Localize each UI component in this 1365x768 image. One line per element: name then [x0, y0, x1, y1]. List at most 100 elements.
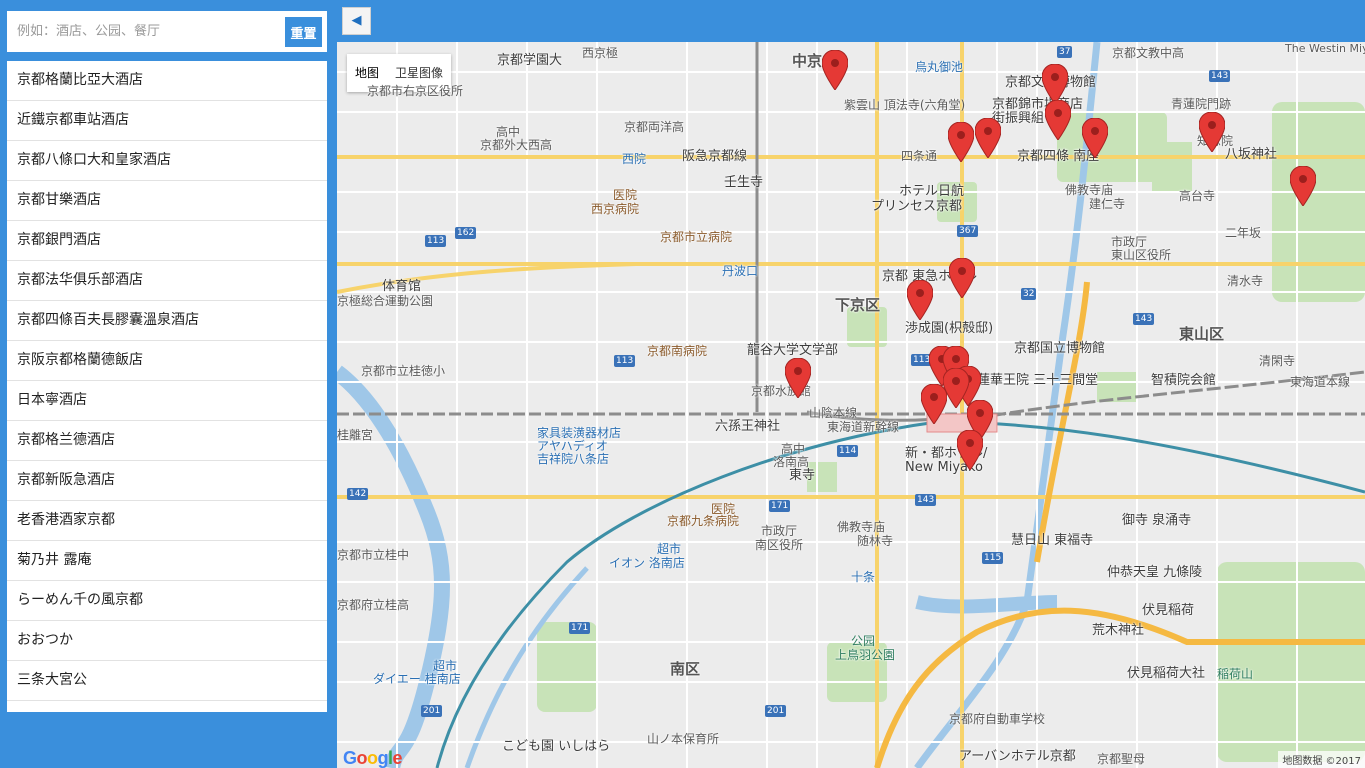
map-label: 京極総合運動公園	[337, 294, 434, 308]
hotel-marker[interactable]	[1042, 64, 1068, 104]
hotel-marker[interactable]	[975, 118, 1001, 158]
hotel-marker[interactable]	[1290, 166, 1316, 206]
list-item[interactable]: 近鐵京都車站酒店	[7, 101, 327, 141]
map-label: 市政厅	[761, 524, 798, 538]
map-label: 蓮華王院 三十三間堂	[977, 373, 1099, 388]
list-item[interactable]: 三条大宮公	[7, 661, 327, 701]
map-label: 佛教寺庙	[1065, 183, 1114, 197]
map-label: 京都南病院	[647, 344, 708, 358]
list-item[interactable]: 京都新阪急酒店	[7, 461, 327, 501]
map-label: 建仁寺	[1089, 197, 1126, 211]
hotel-marker[interactable]	[1082, 118, 1108, 158]
route-shield: 37	[1057, 46, 1073, 58]
map-label: 京都府立桂高	[337, 598, 410, 612]
logo-letter: o	[367, 748, 378, 768]
logo-letter: e	[392, 748, 403, 768]
route-shield: 171	[569, 622, 591, 634]
map-label: アヤハディオ	[537, 439, 608, 453]
map-label: 山ノ本保育所	[647, 732, 720, 746]
map-label: 東山区役所	[1111, 248, 1172, 262]
map-label: 高台寺	[1179, 189, 1216, 203]
map-label: 公园	[851, 634, 876, 648]
map-label: 仲恭天皇 九條陵	[1107, 565, 1203, 580]
route-shield: 143	[915, 494, 937, 506]
list-item[interactable]: 京都法华俱乐部酒店	[7, 261, 327, 301]
hotel-marker[interactable]	[1045, 100, 1071, 140]
map-label: 高中	[781, 442, 806, 456]
map-label: 西京病院	[591, 202, 640, 216]
map-label: 医院	[613, 188, 638, 202]
map-label: 東海道新幹線	[827, 420, 900, 434]
map-label: 智積院会館	[1151, 373, 1217, 388]
search-input[interactable]	[7, 11, 285, 52]
hotel-marker[interactable]	[921, 384, 947, 424]
hotel-marker[interactable]	[907, 280, 933, 320]
route-shield: 367	[957, 225, 979, 237]
map-label: 西院	[622, 152, 647, 166]
map-label: 京都両洋高	[624, 120, 685, 134]
list-item[interactable]: 京都銀門酒店	[7, 221, 327, 261]
search-box: 重置	[7, 11, 327, 52]
google-logo: Google	[343, 748, 403, 768]
logo-letter: o	[356, 748, 368, 768]
top-bar: ◀	[335, 0, 1365, 42]
hotel-marker[interactable]	[785, 358, 811, 398]
list-item[interactable]: 京都格兰德酒店	[7, 421, 327, 461]
map-label: 京都学園大	[497, 53, 563, 68]
map-label: 御寺 泉涌寺	[1122, 513, 1192, 528]
map-attribution: 地图数据 ©2017	[1278, 751, 1365, 768]
hotel-marker[interactable]	[957, 430, 983, 470]
map-label: 桂離宮	[337, 428, 374, 442]
map-label: 青蓮院門跡	[1171, 97, 1232, 111]
route-shield: 201	[421, 705, 443, 717]
list-item[interactable]: 日本寧酒店	[7, 381, 327, 421]
list-item[interactable]: 老香港酒家京都	[7, 501, 327, 541]
map-label: プリンセス京都	[871, 199, 963, 214]
list-item[interactable]: 京都八條口大和皇家酒店	[7, 141, 327, 181]
hotel-marker[interactable]	[822, 50, 848, 90]
route-shield: 114	[837, 445, 859, 457]
hotel-marker[interactable]	[1199, 112, 1225, 152]
list-item[interactable]: 京都甘樂酒店	[7, 181, 327, 221]
map-label: 荒木神社	[1092, 623, 1145, 638]
logo-letter: G	[343, 748, 357, 768]
map-label: イオン 洛南店	[609, 556, 685, 570]
list-item[interactable]: おおつか	[7, 621, 327, 661]
map-label: 六孫王神社	[715, 419, 781, 434]
map-label: 山陰本線	[809, 406, 858, 420]
map-label: The Westin Miyako Kyoto	[1285, 42, 1365, 55]
map-label: 京都外大西高	[480, 138, 553, 152]
district-label: 下京区	[835, 296, 881, 314]
map-label: 体育馆	[382, 279, 422, 294]
list-item[interactable]: 菊乃井 露庵	[7, 541, 327, 581]
route-shield: 113	[425, 235, 447, 247]
district-label: 南区	[670, 660, 701, 678]
route-shield: 171	[769, 500, 791, 512]
map-label: 伏見稲荷	[1142, 603, 1195, 618]
route-shield: 142	[347, 488, 369, 500]
reset-button[interactable]: 重置	[285, 17, 322, 47]
map-label: 京都市立病院	[660, 230, 733, 244]
list-item[interactable]: 京都四條百夫長膠囊溫泉酒店	[7, 301, 327, 341]
list-item[interactable]: 京都格蘭比亞大酒店	[7, 61, 327, 101]
map-label: 東海道本線	[1290, 375, 1351, 389]
map-label: 西京極	[582, 46, 619, 60]
map-label: 四条通	[901, 149, 938, 163]
map-label: 家具装潢器材店	[537, 426, 622, 440]
district-label: 東山区	[1179, 325, 1225, 343]
collapse-sidebar-button[interactable]: ◀	[342, 7, 371, 35]
map-label: 東寺	[789, 468, 816, 483]
map-label: 京都市立桂中	[337, 548, 410, 562]
map-label: 京都市右京区役所	[367, 84, 464, 98]
map-label: 十条	[851, 570, 876, 584]
map-label: 二年坂	[1225, 226, 1262, 240]
map-label: こども園 いしはら	[502, 739, 611, 754]
map-label: 阪急京都線	[682, 149, 748, 164]
list-item[interactable]: 京阪京都格蘭德飯店	[7, 341, 327, 381]
map[interactable]: 地图 卫星图像 中京 下京区 南区 東山区 西京極 京都学園大 京都市右京区役所…	[337, 42, 1365, 768]
hotel-marker[interactable]	[948, 122, 974, 162]
hotel-marker[interactable]	[949, 258, 975, 298]
route-shield: 162	[455, 227, 477, 239]
map-label: 清水寺	[1227, 274, 1264, 288]
list-item[interactable]: らーめん千の風京都	[7, 581, 327, 621]
